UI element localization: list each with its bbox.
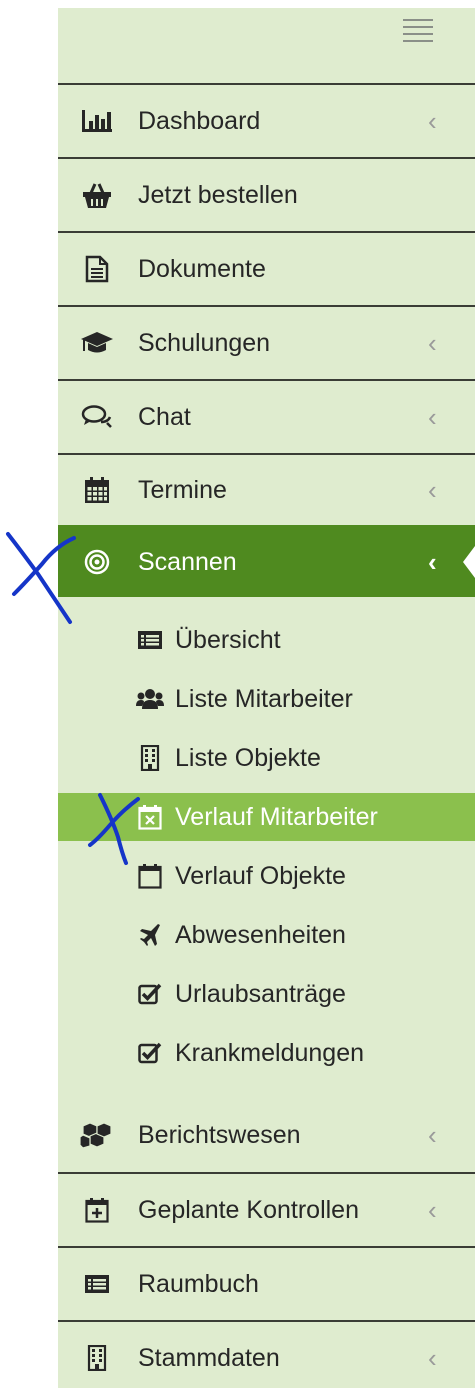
chevron-left-icon: ‹ [428, 1343, 437, 1373]
checkbox-icon [136, 980, 164, 1008]
submenu-item-liste-objekte[interactable]: Liste Objekte [58, 734, 475, 782]
graduation-cap-icon [78, 326, 116, 360]
calendar-icon [78, 473, 116, 507]
target-icon [78, 545, 116, 579]
menu-item-dashboard[interactable]: Dashboard ‹ [58, 83, 475, 157]
submenu-item-uebersicht[interactable]: Übersicht [58, 616, 475, 664]
submenu-label: Verlauf Objekte [175, 861, 346, 890]
submenu-label: Abwesenheiten [175, 920, 346, 949]
menu-label-schulungen: Schulungen [138, 328, 271, 357]
active-indicator [463, 546, 475, 578]
calendar-x-icon [136, 803, 164, 831]
chevron-left-icon: ‹ [428, 328, 437, 358]
building-icon [136, 744, 164, 772]
menu-item-scannen[interactable]: Scannen ‹ [58, 525, 475, 597]
cubes-icon [78, 1118, 116, 1152]
chevron-left-icon: ‹ [428, 402, 437, 432]
document-icon [78, 252, 116, 286]
plane-icon [136, 921, 164, 949]
menu-item-chat[interactable]: Chat ‹ [58, 379, 475, 453]
chevron-left-icon: ‹ [428, 1195, 437, 1225]
list-card-icon [136, 626, 164, 654]
building-icon [78, 1341, 116, 1375]
menu-item-berichtswesen[interactable]: Berichtswesen ‹ [58, 1098, 475, 1172]
menu-item-geplante-kontrollen[interactable]: Geplante Kontrollen ‹ [58, 1172, 475, 1246]
submenu-item-krankmeldungen[interactable]: Krankmeldungen [58, 1029, 475, 1077]
menu-label-raumbuch: Raumbuch [138, 1269, 259, 1298]
menu-label-termine: Termine [138, 475, 227, 504]
basket-icon [78, 178, 116, 212]
menu-item-dokumente[interactable]: Dokumente [58, 231, 475, 305]
submenu-label: Verlauf Mitarbeiter [175, 802, 378, 831]
sidebar-header [58, 8, 475, 83]
menu-item-termine[interactable]: Termine ‹ [58, 453, 475, 525]
menu-label-dashboard: Dashboard [138, 106, 261, 135]
calendar-plus-icon [78, 1193, 116, 1227]
chevron-left-icon: ‹ [428, 106, 437, 136]
menu-label-jetzt-bestellen: Jetzt bestellen [138, 180, 298, 209]
submenu-label: Übersicht [175, 625, 281, 654]
submenu-label: Krankmeldungen [175, 1038, 365, 1067]
users-icon [136, 685, 164, 713]
menu-item-stammdaten[interactable]: Stammdaten ‹ [58, 1320, 475, 1388]
submenu-item-liste-mitarbeiter[interactable]: Liste Mitarbeiter [58, 675, 475, 723]
hamburger-menu-icon[interactable] [403, 19, 433, 45]
chevron-left-icon: ‹ [428, 1120, 437, 1150]
submenu-label: Liste Objekte [175, 743, 321, 772]
submenu-label: Urlaubsanträge [175, 979, 346, 1008]
menu-item-schulungen[interactable]: Schulungen ‹ [58, 305, 475, 379]
menu-label-berichtswesen: Berichtswesen [138, 1120, 301, 1149]
sidebar: Dashboard ‹ Jetzt bestellen Dokumente Sc… [58, 8, 475, 1388]
bar-chart-icon [78, 104, 116, 138]
chat-bubbles-icon [78, 400, 116, 434]
menu-item-raumbuch[interactable]: Raumbuch [58, 1246, 475, 1320]
checkbox-icon [136, 1039, 164, 1067]
calendar-empty-icon [136, 862, 164, 890]
chevron-left-icon: ‹ [428, 547, 437, 577]
submenu-item-urlaubsantraege[interactable]: Urlaubsanträge [58, 970, 475, 1018]
menu-label-chat: Chat [138, 402, 191, 431]
menu-label-stammdaten: Stammdaten [138, 1343, 280, 1372]
submenu-item-verlauf-objekte[interactable]: Verlauf Objekte [58, 852, 475, 900]
menu-item-jetzt-bestellen[interactable]: Jetzt bestellen [58, 157, 475, 231]
chevron-left-icon: ‹ [428, 475, 437, 505]
menu-label-geplante-kontrollen: Geplante Kontrollen [138, 1195, 359, 1224]
menu-label-dokumente: Dokumente [138, 254, 266, 283]
menu-label-scannen: Scannen [138, 547, 237, 576]
submenu-item-verlauf-mitarbeiter[interactable]: Verlauf Mitarbeiter [58, 793, 475, 841]
submenu-label: Liste Mitarbeiter [175, 684, 353, 713]
list-card-icon [78, 1267, 116, 1301]
submenu-item-abwesenheiten[interactable]: Abwesenheiten [58, 911, 475, 959]
